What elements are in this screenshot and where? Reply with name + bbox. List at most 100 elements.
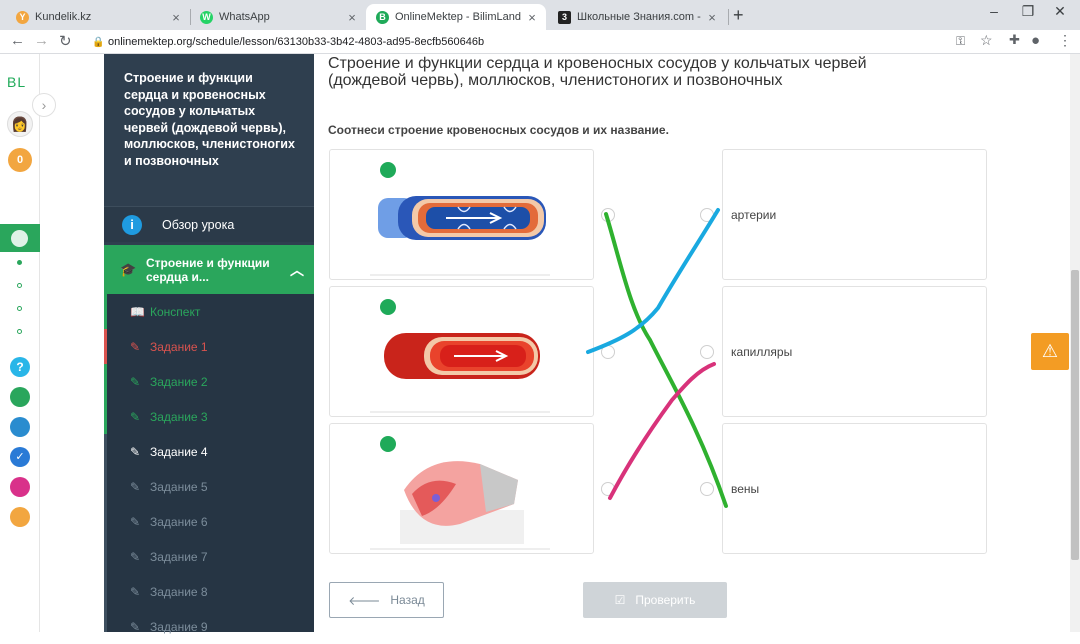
help-icon[interactable]: ? [10,357,30,377]
edit-icon: ✎ [130,479,141,494]
lesson-icon [11,230,28,247]
bilimland-logo[interactable]: BL [7,74,26,90]
sidebar-item-task-1[interactable]: ✎ Задание 1 [104,329,314,364]
sidebar-toggle-button[interactable]: › [32,93,56,117]
match-line-pink [608,362,716,500]
sidebar-item-task-7[interactable]: ✎ Задание 7 [104,539,314,574]
chevron-up-icon[interactable]: ︿ [290,263,304,277]
image-card-3[interactable] [329,423,594,554]
step-dot[interactable] [17,260,22,265]
artery-diagram [384,333,540,379]
edit-icon: ✎ [130,409,141,424]
sidebar-item-overview[interactable]: i Обзор урока [104,206,314,242]
warning-icon[interactable]: ⚠ [1031,333,1069,370]
browser-tab-bar: Y Kundelik.kz × W WhatsApp × B OnlineMek… [0,0,1080,30]
new-tab-button[interactable]: + [733,5,744,26]
answer-card-3[interactable] [722,423,987,554]
answer-label-veins: вены [731,482,760,496]
step-dot[interactable] [17,329,22,334]
sidebar-item-label: Задание 8 [150,584,208,599]
minimize-icon[interactable]: – [979,3,1009,19]
sidebar-item-label: Обзор урока [162,217,235,232]
sidebar-item-task-5[interactable]: ✎ Задание 5 [104,469,314,504]
answer-label-capillaries: капилляры [731,345,793,359]
sidebar-section-current[interactable]: 🎓 Строение и функции сердца и... ︿ [104,245,314,294]
check-button[interactable]: ☑ Проверить [583,582,727,618]
sidebar-item-label: Задание 4 [150,444,208,459]
capillary-diagram [400,461,524,544]
match-line-blue [586,208,720,354]
tulip-icon[interactable] [10,477,30,497]
sidebar-item-task-3[interactable]: ✎ Задание 3 [104,399,314,434]
coins-badge[interactable]: 0 [8,148,32,172]
page-title: Строение и функции сердца и кровеносных … [328,55,867,89]
step-dot[interactable] [17,283,22,288]
browser-toolbar: ← → ↻ 🔒 onlinemektep.org/schedule/lesson… [0,30,1080,54]
sidebar-item-task-9[interactable]: ✎ Задание 9 [104,609,314,644]
image-card-2[interactable] [329,286,594,417]
edit-icon: ✎ [130,374,141,389]
sidebar-item-label: Задание 3 [150,409,208,424]
task-instruction: Соотнеси строение кровеносных сосудов и … [328,123,669,137]
checklist-icon[interactable]: ✓ [10,447,30,467]
lesson-sidebar: Строение и функции сердца и кровеносных … [104,54,314,634]
tab-title: WhatsApp [219,11,270,23]
sidebar-item-task-4[interactable]: ✎ Задание 4 [104,434,314,469]
card-divider [370,548,550,550]
scrollbar-thumb[interactable] [1071,270,1079,560]
back-button[interactable]: 🡐 Назад [329,582,444,618]
bilimland-logo-icon [380,299,396,315]
profile-icon[interactable]: ● [1031,32,1040,49]
extensions-icon[interactable]: ✚ [1009,32,1020,48]
sidebar-item-task-8[interactable]: ✎ Задание 8 [104,574,314,609]
key-icon[interactable]: ⚿ [956,34,965,49]
address-bar[interactable]: 🔒 onlinemektep.org/schedule/lesson/63130… [84,31,1004,53]
image-card-1[interactable] [329,149,594,280]
avatar[interactable]: 👩 [7,111,33,137]
match-lines-overlay [586,208,728,508]
arrow-left-icon: 🡐 [348,593,381,608]
tab-title: Школьные Знания.com - Решае [577,11,704,23]
edit-icon: ✎ [130,514,141,529]
edit-icon: ✎ [130,549,141,564]
edit-icon: ✎ [130,339,141,354]
tab-title: OnlineMektep - BilimLand [395,11,521,23]
left-rail: BL 👩 0 ? ✓ [0,54,40,632]
reload-icon[interactable]: ↻ [59,32,72,50]
menu-dots-icon[interactable]: ⋮ [1058,32,1072,49]
edit-icon: ✎ [130,619,141,634]
bilimland-library-icon[interactable] [10,417,30,437]
tab-whatsapp[interactable]: W WhatsApp × [190,4,366,30]
close-icon[interactable]: × [524,10,540,25]
close-icon[interactable]: × [704,10,720,25]
close-icon[interactable]: × [344,10,360,25]
orange-app-icon[interactable] [10,507,30,527]
step-dot[interactable] [17,306,22,311]
check-button-label: Проверить [635,593,696,607]
tab-kundelik[interactable]: Y Kundelik.kz × [6,4,190,30]
sidebar-item-label: Задание 7 [150,549,208,564]
star-icon[interactable]: ☆ [980,32,993,49]
close-icon[interactable]: × [168,10,184,25]
window-close-icon[interactable]: ✕ [1045,3,1075,20]
lock-icon: 🔒 [92,36,105,48]
sidebar-item-label: Задание 9 [150,619,208,634]
checkbox-icon: ☑ [614,593,626,607]
bilimland-app-icon[interactable] [10,387,30,407]
back-arrow-icon[interactable]: ← [10,32,25,49]
kundelik-favicon-icon: Y [16,10,29,24]
maximize-icon[interactable]: ❐ [1013,3,1043,20]
tab-znania[interactable]: 3 Школьные Знания.com - Решае × [548,4,726,30]
sidebar-item-task-6[interactable]: ✎ Задание 6 [104,504,314,539]
rail-active-lesson[interactable] [0,224,40,252]
bilimland-logo-icon [380,162,396,178]
sidebar-item-label: Задание 5 [150,479,208,494]
sidebar-item-konspekt[interactable]: 📖 Конспект [104,294,314,329]
tab-divider [728,9,729,25]
bilimland-favicon-icon: B [376,10,389,24]
forward-arrow-icon[interactable]: → [34,32,49,49]
info-icon: i [122,214,142,235]
card-divider [370,274,550,276]
sidebar-item-task-2[interactable]: ✎ Задание 2 [104,364,314,399]
tab-onlinemektep[interactable]: B OnlineMektep - BilimLand × [366,4,546,30]
